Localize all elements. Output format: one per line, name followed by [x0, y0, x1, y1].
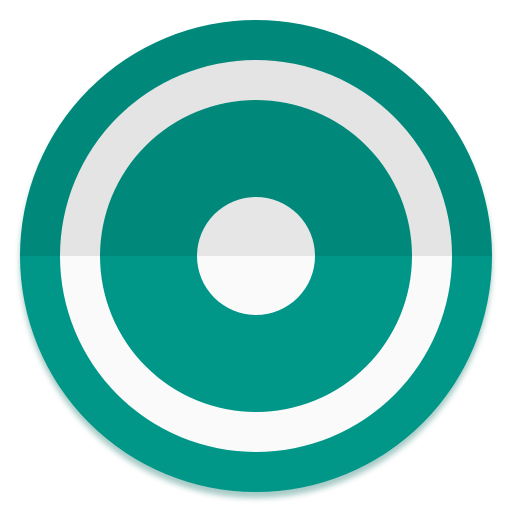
- center-dot: [197, 197, 315, 315]
- app-icon[interactable]: [0, 0, 512, 512]
- record-icon: [20, 20, 492, 498]
